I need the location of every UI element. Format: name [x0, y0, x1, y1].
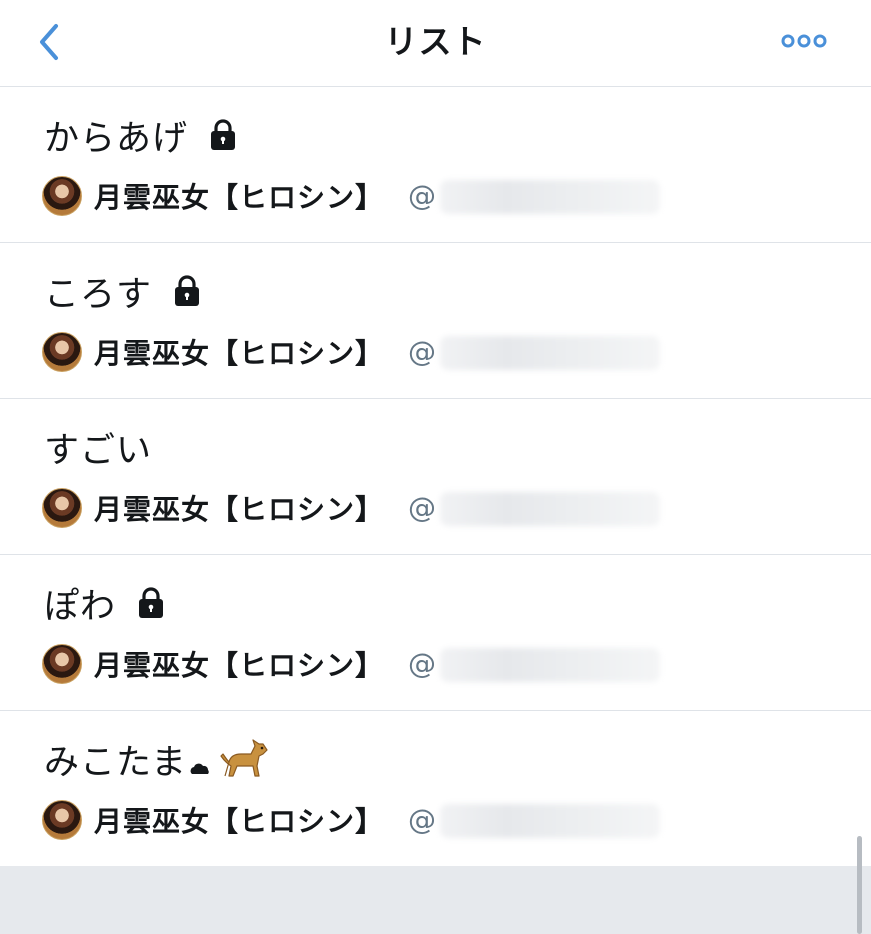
handle-prefix: @ — [408, 646, 437, 680]
owner-name: 月雲巫女【ヒロシン】 — [94, 493, 385, 526]
avatar — [42, 644, 82, 684]
list-owner: 月雲巫女【ヒロシン】 @ — [42, 488, 661, 528]
list-name-row: すごい — [44, 421, 152, 473]
dog-icon — [220, 739, 268, 777]
owner-name: 月雲巫女【ヒロシン】 — [94, 337, 385, 370]
redacted-handle — [440, 491, 661, 526]
list-name: すごい — [44, 430, 153, 471]
list-name: からあげ — [44, 118, 189, 159]
list-item[interactable]: すごい 月雲巫女【ヒロシン】 @ — [0, 399, 871, 555]
redacted-handle — [440, 647, 661, 682]
owner-handle: @ — [408, 646, 661, 682]
owner-handle: @ — [408, 334, 661, 370]
redacted-handle — [440, 803, 661, 838]
cloud-icon — [190, 763, 209, 774]
handle-prefix: @ — [408, 490, 437, 524]
redacted-handle — [440, 179, 661, 214]
list-collection: からあげ 月雲巫女【ヒロシン】 @ ころす 月雲巫女【ヒロシン】 @ すごい 月… — [0, 87, 871, 867]
lock-icon — [211, 119, 236, 150]
owner-handle: @ — [408, 178, 661, 214]
list-item[interactable]: ぽわ 月雲巫女【ヒロシン】 @ — [0, 555, 871, 711]
redacted-handle — [440, 335, 661, 370]
owner-name: 月雲巫女【ヒロシン】 — [94, 805, 385, 838]
empty-footer-area — [0, 866, 871, 934]
list-name-row: ぽわ — [44, 577, 168, 629]
handle-prefix: @ — [408, 334, 437, 368]
avatar — [42, 800, 82, 840]
owner-name: 月雲巫女【ヒロシン】 — [94, 649, 385, 682]
lock-icon — [139, 587, 164, 618]
page-title: リスト — [384, 22, 487, 61]
more-options-button[interactable] — [778, 26, 830, 56]
list-name-row: みこたま — [44, 733, 269, 785]
list-owner: 月雲巫女【ヒロシン】 @ — [42, 800, 661, 840]
avatar — [42, 176, 82, 216]
list-name: ぽわ — [44, 586, 117, 627]
navigation-bar: リスト — [0, 0, 871, 87]
lock-icon — [175, 275, 200, 306]
avatar — [42, 488, 82, 528]
owner-name: 月雲巫女【ヒロシン】 — [94, 181, 385, 214]
handle-prefix: @ — [408, 802, 437, 836]
handle-prefix: @ — [408, 178, 437, 212]
list-owner: 月雲巫女【ヒロシン】 @ — [42, 332, 661, 372]
list-name: みこたま — [44, 742, 187, 783]
list-item[interactable]: みこたま 月雲巫女【ヒロシン】 @ — [0, 711, 871, 867]
list-name-row: からあげ — [44, 109, 240, 161]
more-horizontal-icon — [781, 34, 827, 48]
list-name-row: ころす — [44, 265, 204, 317]
owner-handle: @ — [408, 490, 661, 526]
list-item[interactable]: ころす 月雲巫女【ヒロシン】 @ — [0, 243, 871, 399]
scrollbar[interactable] — [857, 836, 862, 934]
list-name: ころす — [44, 274, 153, 315]
list-owner: 月雲巫女【ヒロシン】 @ — [42, 176, 661, 216]
avatar — [42, 332, 82, 372]
list-owner: 月雲巫女【ヒロシン】 @ — [42, 644, 661, 684]
list-item[interactable]: からあげ 月雲巫女【ヒロシン】 @ — [0, 87, 871, 243]
owner-handle: @ — [408, 802, 661, 838]
